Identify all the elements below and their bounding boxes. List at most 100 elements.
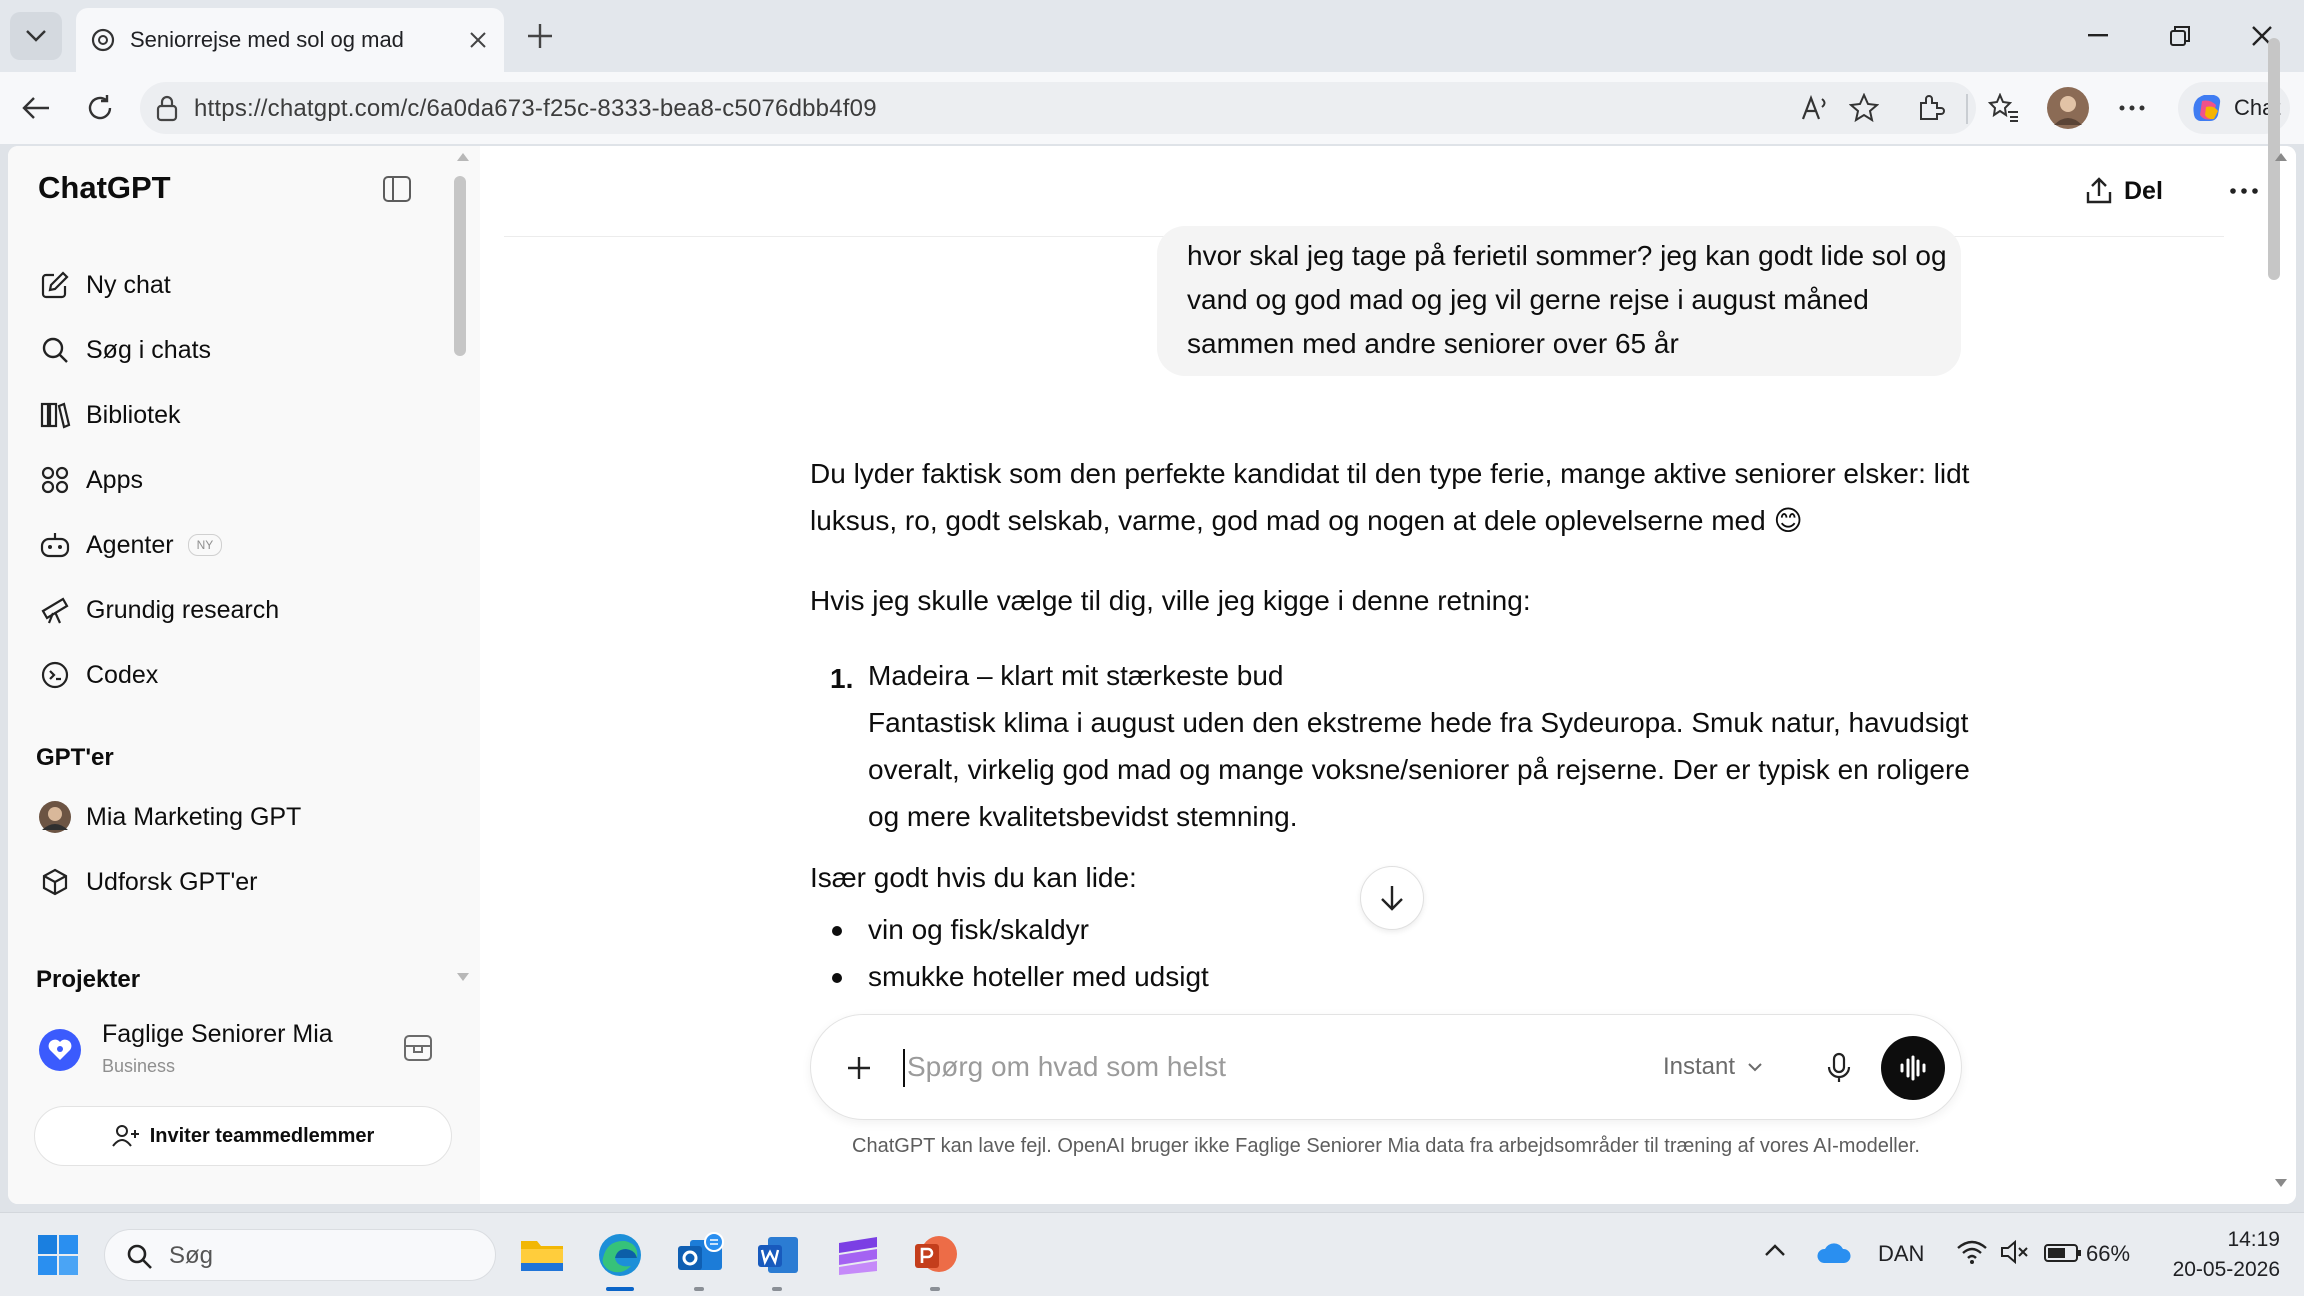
- invite-team-button[interactable]: Inviter teammedlemmer: [34, 1106, 452, 1166]
- workspace-icon[interactable]: [402, 1032, 434, 1064]
- read-aloud-button[interactable]: [1796, 88, 1836, 128]
- share-button[interactable]: Del: [2084, 168, 2163, 214]
- new-tab-button[interactable]: [518, 14, 562, 58]
- outlook-button[interactable]: [674, 1229, 726, 1281]
- add-attachment-button[interactable]: [835, 1044, 883, 1092]
- model-selector[interactable]: Instant: [1663, 1053, 1763, 1081]
- chevron-up-icon[interactable]: [1764, 1243, 1786, 1257]
- conversation-options-button[interactable]: [2220, 168, 2268, 214]
- scroll-down-arrow-icon[interactable]: [2274, 1178, 2288, 1188]
- favorites-button[interactable]: [1980, 84, 2028, 132]
- close-sidebar-button[interactable]: [382, 174, 412, 204]
- address-bar[interactable]: https://chatgpt.com/c/6a0da673-f25c-8333…: [140, 82, 1976, 134]
- chevron-down-icon: [1748, 1063, 1762, 1072]
- telescope-icon: [41, 597, 69, 624]
- tab-list-button[interactable]: [10, 12, 62, 60]
- active-app-indicator: [606, 1287, 634, 1291]
- running-app-indicator: [772, 1287, 782, 1291]
- assistant-intro: Du lyder faktisk som den perfekte kandid…: [810, 458, 1970, 536]
- gpt-avatar-icon: [39, 801, 71, 833]
- sidebar-item-label: Ny chat: [86, 270, 171, 299]
- scroll-to-bottom-button[interactable]: [1360, 866, 1424, 930]
- minimize-window-button[interactable]: [2066, 12, 2130, 60]
- volume-muted-icon[interactable]: [2000, 1239, 2030, 1265]
- sidebar-item-agents[interactable]: Agenter NY: [28, 518, 458, 572]
- voice-mode-button[interactable]: [1881, 1036, 1945, 1100]
- settings-more-button[interactable]: [2108, 84, 2156, 132]
- word-button[interactable]: [752, 1229, 804, 1281]
- user-message-bubble: hvor skal jeg tage på ferietil sommer? j…: [1157, 226, 1961, 376]
- sidebar-item-new-chat[interactable]: Ny chat: [28, 258, 458, 312]
- reload-button[interactable]: [76, 84, 124, 132]
- sidebar-item-label: Bibliotek: [86, 400, 181, 429]
- message-composer[interactable]: Spørg om hvad som helst Instant: [810, 1014, 1962, 1120]
- battery-icon[interactable]: [2044, 1243, 2082, 1263]
- library-icon: [40, 402, 71, 429]
- sidebar-item-explore-gpts[interactable]: Udforsk GPT'er: [28, 855, 458, 909]
- file-explorer-button[interactable]: [516, 1229, 568, 1281]
- dictate-button[interactable]: [1815, 1044, 1863, 1092]
- close-window-button[interactable]: [2230, 12, 2294, 60]
- close-tab-button[interactable]: [458, 20, 498, 60]
- powerpoint-button[interactable]: [910, 1229, 962, 1281]
- sidebar-item-search-chats[interactable]: Søg i chats: [28, 323, 458, 377]
- more-horizontal-icon: [2230, 188, 2258, 194]
- onedrive-cloud-icon[interactable]: [1816, 1239, 1852, 1265]
- edge-browser-button[interactable]: [594, 1229, 646, 1281]
- powerpoint-icon: [915, 1236, 957, 1272]
- app-button[interactable]: [832, 1229, 884, 1281]
- arrow-down-icon: [1381, 886, 1403, 911]
- browser-tab-active[interactable]: Seniorrejse med sol og mad: [76, 8, 504, 72]
- taskbar-search[interactable]: Søg: [104, 1229, 496, 1281]
- star-icon: [1849, 93, 1879, 123]
- chat-main: Del hvor skal jeg tage på ferietil somme…: [480, 146, 2296, 1204]
- sidebar-item-deep-research[interactable]: Grundig research: [28, 583, 458, 637]
- project-item[interactable]: Faglige Seniorer Mia Business: [28, 1008, 468, 1092]
- project-name: Faglige Seniorer Mia: [102, 1020, 333, 1048]
- restore-window-button[interactable]: [2148, 12, 2212, 60]
- folder-icon: [521, 1241, 563, 1271]
- chevron-down-icon: [26, 30, 46, 42]
- share-icon: [2086, 177, 2112, 204]
- back-button[interactable]: [12, 84, 60, 132]
- bullet-dot: [832, 973, 842, 983]
- windows-logo-icon: [38, 1235, 78, 1275]
- sidebar-toggle-icon: [383, 176, 411, 202]
- app-title[interactable]: ChatGPT: [38, 170, 171, 206]
- profile-button[interactable]: [2044, 84, 2092, 132]
- scroll-up-arrow-icon[interactable]: [2274, 152, 2288, 162]
- language-indicator[interactable]: DAN: [1878, 1241, 1924, 1267]
- browser-toolbar: https://chatgpt.com/c/6a0da673-f25c-8333…: [0, 72, 2304, 144]
- scroll-down-arrow-icon[interactable]: [456, 972, 470, 982]
- time: 14:19: [2227, 1228, 2280, 1251]
- extensions-button[interactable]: [1906, 84, 1954, 132]
- sidebar-item-label: Udforsk GPT'er: [86, 867, 258, 896]
- sidebar-item-library[interactable]: Bibliotek: [28, 388, 458, 442]
- clock[interactable]: 14:19 20-05-2026: [2150, 1225, 2280, 1285]
- toolbar-divider: [1966, 94, 1968, 124]
- agent-icon: [40, 533, 70, 558]
- project-logo-icon: [39, 1029, 81, 1071]
- invite-label: Inviter teammedlemmer: [149, 1124, 375, 1147]
- date: 20-05-2026: [2172, 1258, 2280, 1281]
- reload-icon: [88, 95, 112, 120]
- favorite-page-button[interactable]: [1844, 88, 1884, 128]
- add-user-icon: [111, 1125, 139, 1147]
- arrow-left-icon: [22, 97, 49, 119]
- sidebar-scroll-up-arrow-icon[interactable]: [456, 152, 470, 162]
- sidebar-item-apps[interactable]: Apps: [28, 453, 458, 507]
- running-app-indicator: [694, 1287, 704, 1291]
- model-label: Instant: [1663, 1053, 1736, 1080]
- sidebar-item-label: Søg i chats: [86, 335, 212, 364]
- taskbar-search-label: Søg: [169, 1242, 214, 1269]
- wifi-icon[interactable]: [1956, 1239, 1988, 1265]
- new-chat-icon: [41, 271, 69, 299]
- sidebar-item-codex[interactable]: Codex: [28, 648, 458, 702]
- bullet-dot: [832, 926, 842, 936]
- sidebar-item-mia-marketing-gpt[interactable]: Mia Marketing GPT: [28, 790, 458, 844]
- chat-header: Del: [480, 146, 2296, 236]
- search-icon: [127, 1244, 152, 1269]
- prompt-input[interactable]: Spørg om hvad som helst: [907, 1051, 1226, 1083]
- sidebar-item-label: Apps: [86, 465, 143, 494]
- start-button[interactable]: [32, 1229, 84, 1281]
